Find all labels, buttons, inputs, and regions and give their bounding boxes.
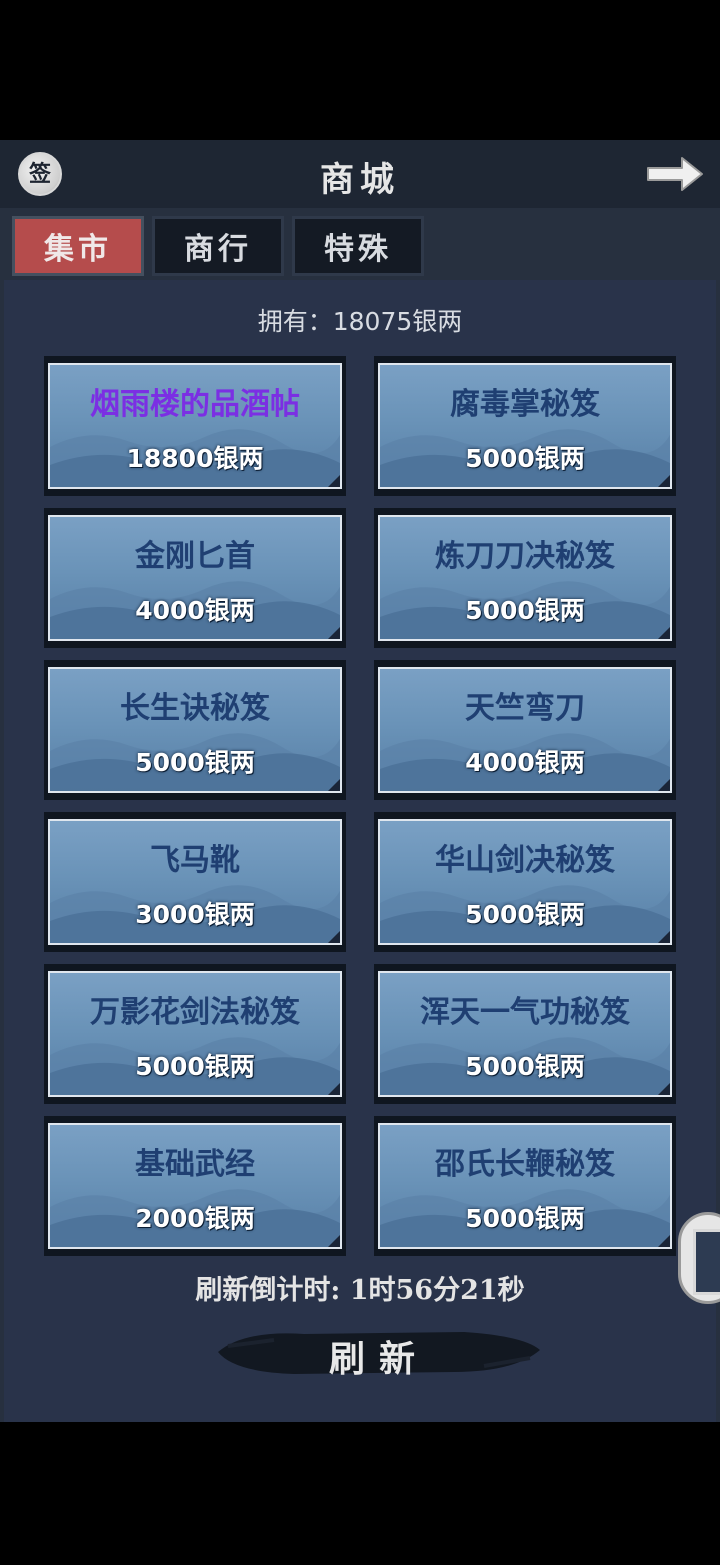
header-bar: 签 商城 (0, 140, 720, 208)
item-price: 5000银两 (465, 596, 585, 625)
shop-screen: 签 商城 集市 商行 特殊 拥有：18075银两 烟雨楼的品酒帖 18800银两 (0, 140, 720, 1422)
card-face: 炼刀刀决秘笈 5000银两 (378, 515, 672, 641)
item-name: 万影花剑法秘笈 (90, 995, 300, 1030)
shop-item-card[interactable]: 烟雨楼的品酒帖 18800银两 (44, 356, 346, 496)
card-corner (658, 475, 670, 487)
refresh-label: 刷新 (328, 1338, 429, 1380)
shop-item-card[interactable]: 金刚匕首 4000银两 (44, 508, 346, 648)
card-corner (328, 627, 340, 639)
shop-item-card[interactable]: 飞马靴 3000银两 (44, 812, 346, 952)
card-corner (328, 475, 340, 487)
card-corner (328, 931, 340, 943)
card-face: 长生诀秘笈 5000银两 (48, 667, 342, 793)
tab-special[interactable]: 特殊 (292, 216, 424, 276)
item-name: 飞马靴 (150, 843, 240, 878)
tab-label: 集市 (44, 232, 112, 267)
card-face: 万影花剑法秘笈 5000银两 (48, 971, 342, 1097)
item-price: 5000银两 (465, 1204, 585, 1233)
item-name: 邵氏长鞭秘笈 (435, 1147, 615, 1182)
item-price: 5000银两 (465, 444, 585, 473)
shop-item-card[interactable]: 天竺弯刀 4000银两 (374, 660, 676, 800)
shop-item-card[interactable]: 邵氏长鞭秘笈 5000银两 (374, 1116, 676, 1256)
card-corner (328, 1235, 340, 1247)
card-corner (328, 779, 340, 791)
card-face: 金刚匕首 4000银两 (48, 515, 342, 641)
item-price: 3000银两 (135, 900, 255, 929)
item-price: 2000银两 (135, 1204, 255, 1233)
item-price: 4000银两 (465, 748, 585, 777)
tab-trading-house[interactable]: 商行 (152, 216, 284, 276)
item-name: 天竺弯刀 (465, 691, 585, 726)
shop-item-card[interactable]: 浑天一气功秘笈 5000银两 (374, 964, 676, 1104)
shop-item-card[interactable]: 基础武经 2000银两 (44, 1116, 346, 1256)
card-face: 邵氏长鞭秘笈 5000银两 (378, 1123, 672, 1249)
item-name: 金刚匕首 (135, 539, 255, 574)
card-face: 腐毒掌秘笈 5000银两 (378, 363, 672, 489)
shop-item-card[interactable]: 华山剑决秘笈 5000银两 (374, 812, 676, 952)
shop-item-card[interactable]: 万影花剑法秘笈 5000银两 (44, 964, 346, 1104)
shop-item-card[interactable]: 腐毒掌秘笈 5000银两 (374, 356, 676, 496)
tab-label: 特殊 (324, 232, 392, 267)
card-face: 烟雨楼的品酒帖 18800银两 (48, 363, 342, 489)
item-price: 5000银两 (135, 748, 255, 777)
page-title: 商城 (320, 160, 400, 200)
item-name: 长生诀秘笈 (120, 691, 270, 726)
item-price: 18800银两 (126, 444, 264, 473)
item-name: 腐毒掌秘笈 (450, 387, 600, 422)
item-price: 4000银两 (135, 596, 255, 625)
item-name: 烟雨楼的品酒帖 (90, 387, 300, 422)
card-face: 天竺弯刀 4000银两 (378, 667, 672, 793)
refresh-countdown: 刷新倒计时: 1时56分21秒 (195, 1275, 525, 1306)
item-name: 浑天一气功秘笈 (420, 995, 630, 1030)
card-corner (658, 627, 670, 639)
card-face: 浑天一气功秘笈 5000银两 (378, 971, 672, 1097)
item-price: 5000银两 (135, 1052, 255, 1081)
card-face: 华山剑决秘笈 5000银两 (378, 819, 672, 945)
back-button[interactable] (642, 148, 706, 196)
card-corner (328, 1083, 340, 1095)
shop-item-card[interactable]: 长生诀秘笈 5000银两 (44, 660, 346, 800)
card-corner (658, 931, 670, 943)
refresh-button[interactable]: 刷新 (214, 1322, 544, 1382)
card-face: 基础武经 2000银两 (48, 1123, 342, 1249)
item-name: 华山剑决秘笈 (435, 843, 615, 878)
tab-label: 商行 (184, 232, 252, 267)
card-corner (658, 1083, 670, 1095)
card-face: 飞马靴 3000银两 (48, 819, 342, 945)
card-corner (658, 1235, 670, 1247)
shop-item-card[interactable]: 炼刀刀决秘笈 5000银两 (374, 508, 676, 648)
item-name: 基础武经 (135, 1147, 255, 1182)
owned-silver: 拥有：18075银两 (257, 307, 463, 336)
tab-market[interactable]: 集市 (12, 216, 144, 276)
item-price: 5000银两 (465, 1052, 585, 1081)
card-corner (658, 779, 670, 791)
arrow-right-icon (647, 157, 703, 191)
item-name: 炼刀刀决秘笈 (435, 539, 615, 574)
item-price: 5000银两 (465, 900, 585, 929)
